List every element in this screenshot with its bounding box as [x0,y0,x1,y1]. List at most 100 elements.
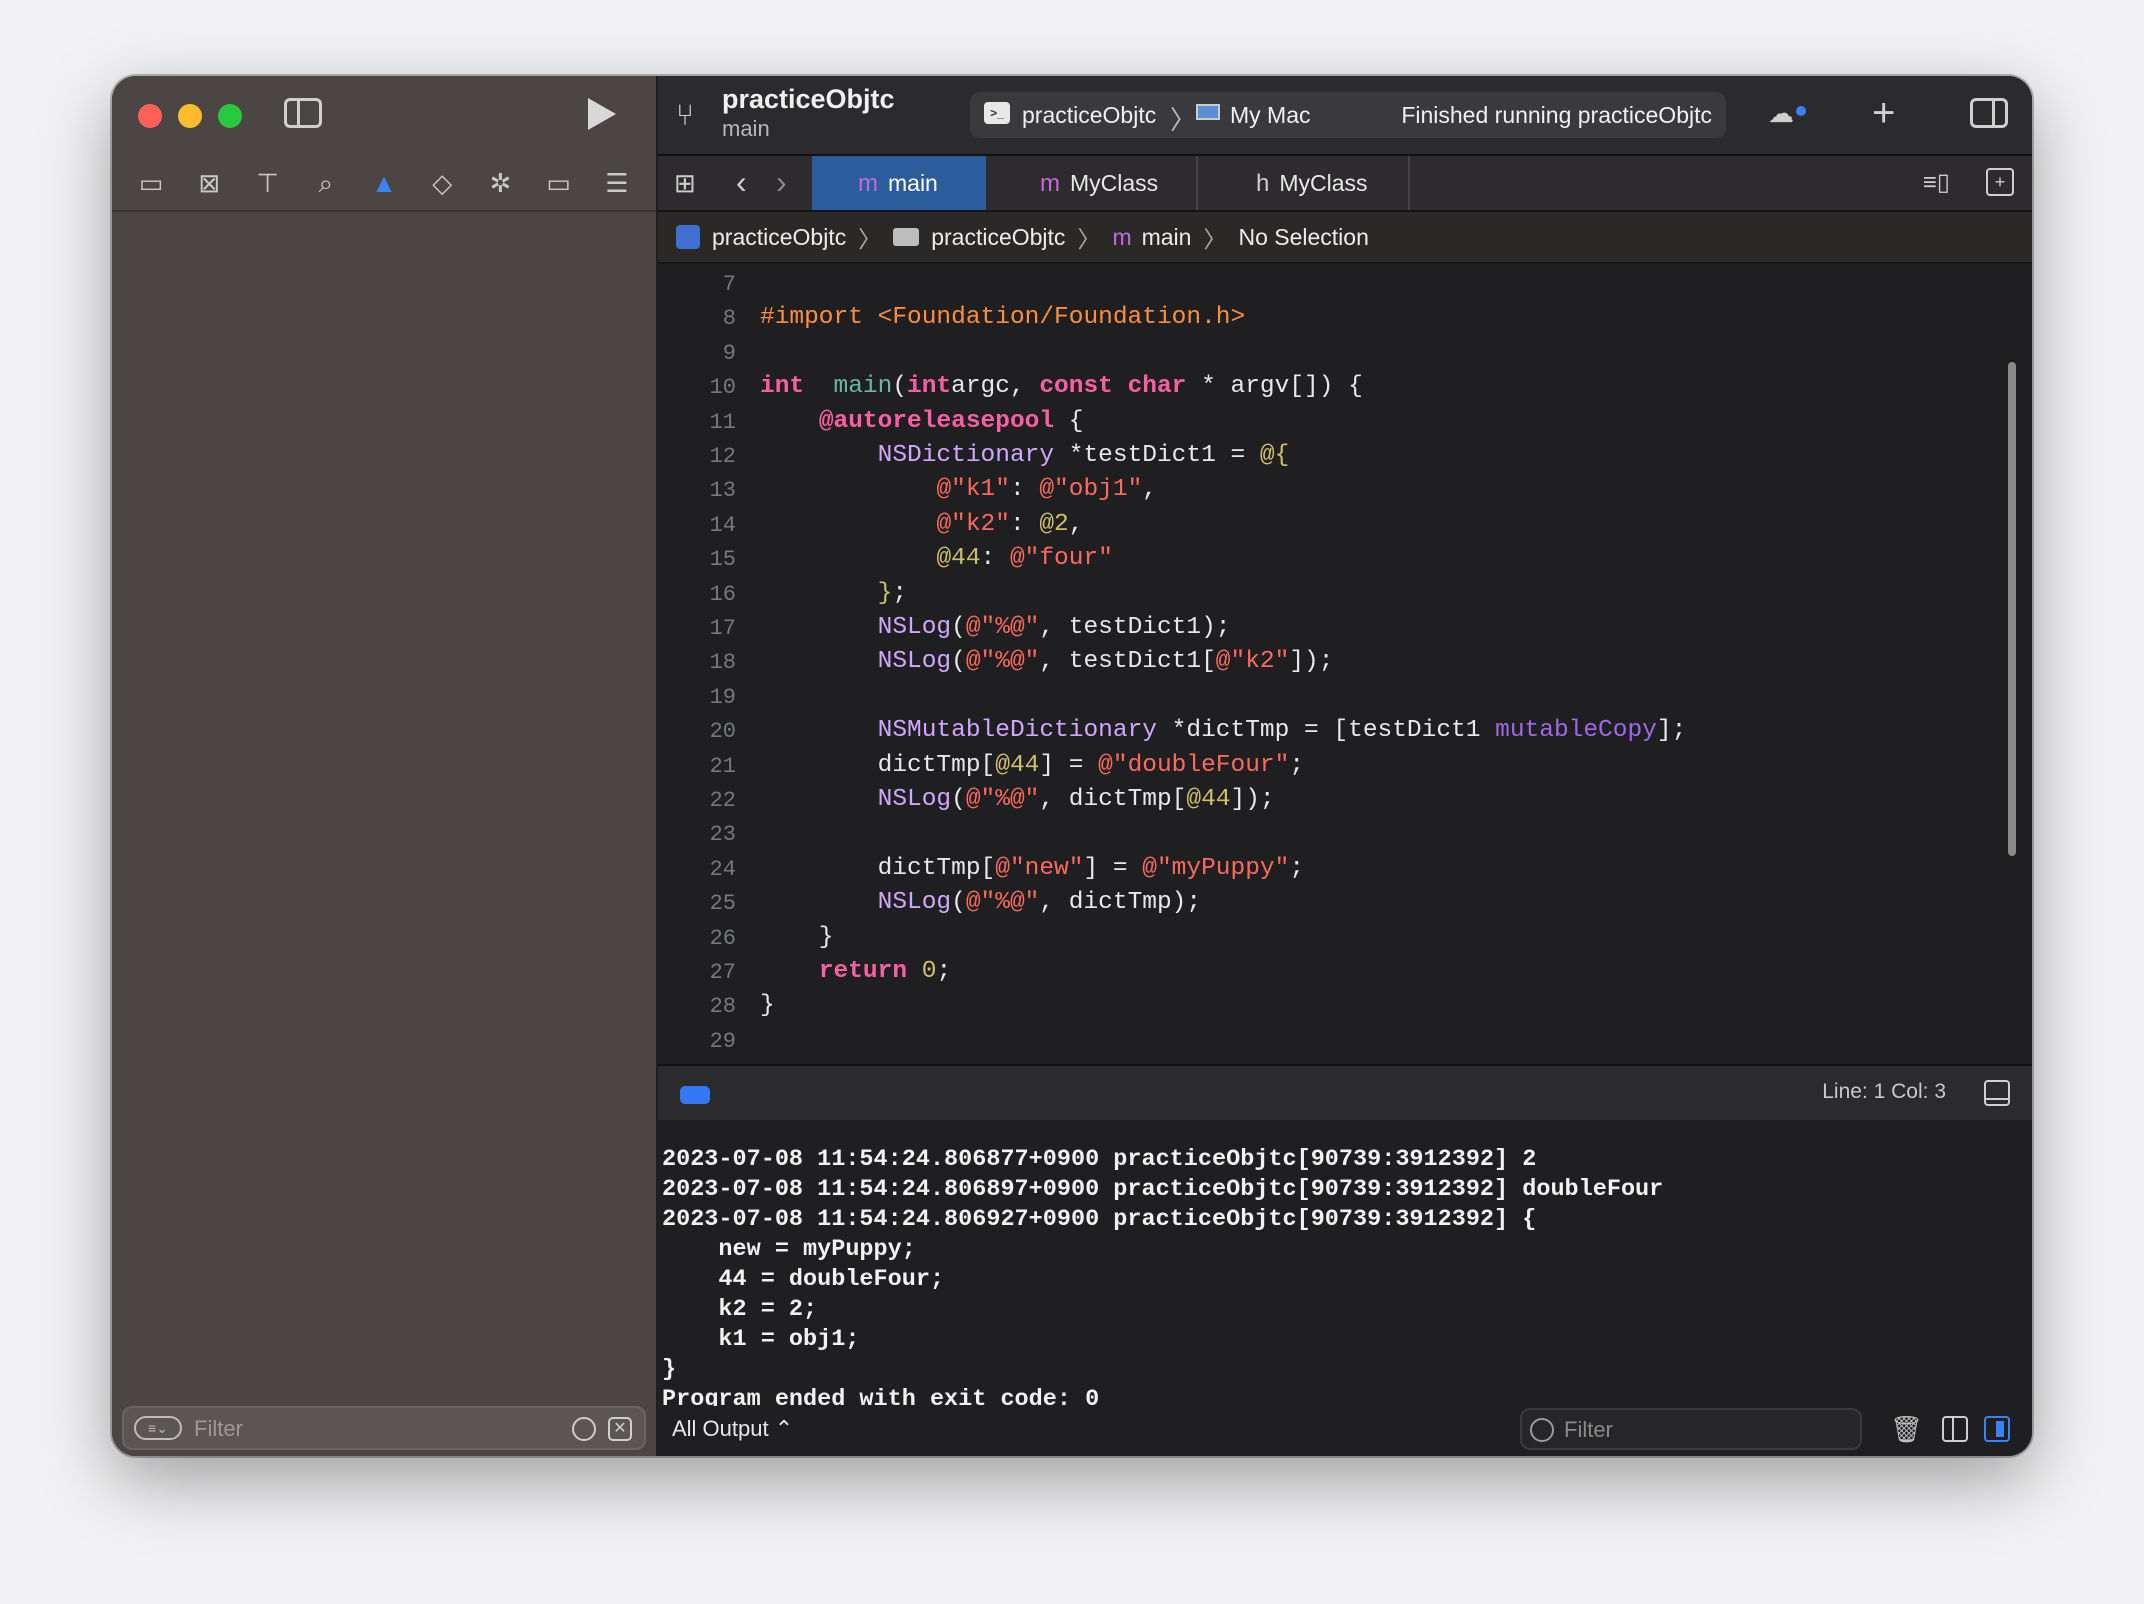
console-output[interactable]: 2023-07-08 11:54:24.806877+0900 practice… [658,1120,2032,1410]
report-icon[interactable]: ☰ [600,166,634,200]
code-token: ( [951,786,966,813]
code-line[interactable]: @autoreleasepool { [760,407,1084,435]
line-number: 11 [709,409,736,435]
tab-label: MyClass [1070,170,1159,196]
tab-myclass-h[interactable]: h MyClass [1200,156,1410,210]
symbol-icon[interactable]: ⊤ [251,166,285,200]
code-token: ]); [1230,786,1275,813]
cloud-icon[interactable]: ☁ [1768,100,1806,126]
code-line[interactable]: NSLog(@"%@", dictTmp); [760,889,1201,916]
breadcrumb-folder[interactable]: practiceObjtc [931,224,1065,251]
breadcrumb-selection[interactable]: No Selection [1238,224,1368,251]
back-icon[interactable]: ‹ [736,164,747,201]
line-col-indicator: Line: 1 Col: 3 [1822,1080,1946,1103]
folder-icon[interactable]: ▭ [134,166,168,200]
objc-file-icon: m [1040,170,1060,197]
sidebar-toggle-icon[interactable] [284,98,322,128]
tab-main[interactable]: m main [812,156,986,210]
breakpoint-icon[interactable]: ▭ [542,166,576,200]
debug-icon[interactable]: ✲ [483,166,517,200]
code-line[interactable]: NSLog(@"%@", testDict1); [760,614,1231,641]
code-line[interactable]: NSMutableDictionary *dictTmp = [testDict… [760,717,1687,744]
code-line[interactable]: }; [760,580,907,607]
related-items-icon[interactable]: ⊞ [674,168,696,199]
variables-view-toggle-icon[interactable] [1942,1416,1968,1442]
source-control-icon[interactable]: ⊠ [192,166,226,200]
forward-icon[interactable]: › [776,164,787,201]
add-library-button[interactable]: + [1872,90,1895,136]
add-editor-icon[interactable]: + [1986,168,2014,196]
warning-icon[interactable]: ▲ [367,166,401,200]
tab-myclass-m[interactable]: m MyClass [988,156,1198,210]
code-token: @"k2" [1215,648,1290,676]
code-line[interactable]: NSDictionary *testDict1 = @{ [760,442,1290,469]
code-token: return [818,958,908,985]
line-number: 9 [722,340,736,366]
xcode-window: ▭ ⊠ ⊤ ⌕ ▲ ◇ ✲ ▭ ☰ ≡⌄ Filter ✕ ⑂ practice… [112,76,2032,1456]
console-line: new = myPuppy; [662,1236,916,1263]
navigator-filter-field[interactable]: ≡⌄ Filter ✕ [122,1406,646,1450]
code-line[interactable]: @44: @"four" [760,545,1112,572]
code-line[interactable]: } [760,924,834,951]
code-token: , testDict1); [1039,614,1231,641]
objc-file-icon: m [1112,223,1132,250]
code-line[interactable]: NSLog(@"%@", testDict1[@"k2"]); [760,648,1334,676]
output-selector[interactable]: All Output ⌃ [672,1416,793,1442]
code-line[interactable]: @"k2": @2, [760,511,1083,538]
code-token: ; [1289,751,1305,779]
navigator-selector-bar: ▭ ⊠ ⊤ ⌕ ▲ ◇ ✲ ▭ ☰ [112,156,656,212]
branch-icon[interactable]: ⑂ [676,98,708,134]
code-line[interactable]: #import <Foundation/Foundation.h> [760,304,1245,331]
code-line[interactable]: } [760,992,775,1019]
breadcrumb-file[interactable]: main [1142,224,1192,251]
code-line[interactable]: return 0; [760,958,951,985]
code-token: @"%@" [965,889,1040,917]
source-editor[interactable]: 7 8 9 10 11 12 13 14 15 16 17 18 19 20 21 22 23 24 25 26 27 2… [658,266,2032,1062]
code-token: NSLog [877,786,952,813]
trash-icon[interactable]: 🗑 [1890,1414,1923,1445]
code-token: @"myPuppy" [1142,854,1290,882]
breadcrumb-project[interactable]: practiceObjtc [712,224,846,251]
objc-file-icon: m [858,170,878,197]
recent-files-icon[interactable] [572,1417,596,1441]
code-token: const [1039,373,1113,401]
clear-filter-icon[interactable]: ✕ [608,1417,632,1441]
line-number: 14 [709,512,736,538]
code-token: , [1142,476,1157,504]
project-icon [676,225,700,249]
code-line[interactable]: NSLog(@"%@", dictTmp[@44]); [760,786,1275,813]
code-line[interactable]: dictTmp[@"new"] = @"myPuppy"; [760,855,1304,882]
jump-bar: practiceObjtc 〉 practiceObjtc 〉 m main 〉… [658,212,2032,264]
breakpoints-toggle-icon[interactable] [680,1086,710,1104]
hide-debug-area-icon[interactable] [1984,1080,2010,1106]
minimize-window-button[interactable] [178,104,202,128]
line-number: 24 [709,856,736,882]
destination-selector[interactable]: My Mac [1230,102,1311,129]
close-window-button[interactable] [138,104,162,128]
editor-scrollbar[interactable] [2008,362,2016,856]
scheme-status-bar[interactable]: >_ practiceObjtc 〉 My Mac Finished runni… [970,92,1726,138]
zoom-window-button[interactable] [218,104,242,128]
console-view-toggle-icon[interactable] [1984,1416,2010,1442]
console-line: k1 = obj1; [662,1326,860,1353]
inspector-toggle-icon[interactable] [1970,98,2008,128]
code-token: @"obj1" [1039,476,1143,504]
code-line[interactable]: dictTmp[@44] = @"doubleFour"; [760,752,1304,779]
filter-options-icon[interactable]: ≡⌄ [134,1416,182,1440]
folder-icon [893,228,920,246]
line-number: 18 [709,650,736,676]
line-number: 13 [709,478,736,504]
test-icon[interactable]: ◇ [425,166,459,200]
search-icon[interactable]: ⌕ [309,166,343,200]
code-token: @"%@" [965,614,1040,641]
code-line[interactable]: int main(intargc, const char * argv[]) { [760,373,1363,400]
scheme-selector[interactable]: practiceObjtc [1022,102,1156,129]
run-button[interactable] [588,98,616,130]
editor-options-icon[interactable]: ≡▯ [1923,168,1950,197]
console-filter-field[interactable]: Filter [1520,1408,1862,1450]
code-token: int [760,373,805,401]
code-line[interactable]: @"k1": @"obj1", [760,476,1157,503]
code-token: { [1054,407,1084,435]
code-token: ] = [1083,854,1143,882]
